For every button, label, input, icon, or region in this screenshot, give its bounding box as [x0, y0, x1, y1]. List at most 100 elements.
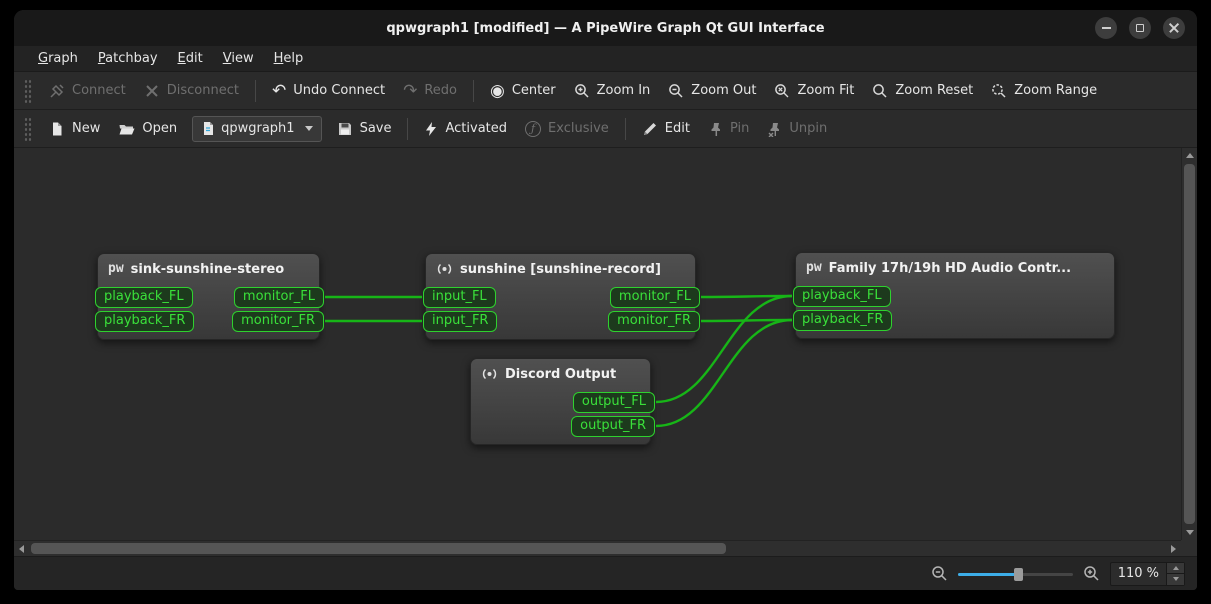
zoom-out-button[interactable]: Zoom Out	[659, 77, 765, 105]
horizontal-scroll-thumb[interactable]	[31, 543, 726, 554]
save-icon	[337, 121, 353, 137]
connect-icon	[49, 83, 65, 99]
app-window: qpwgraph1 [modified] — A PipeWire Graph …	[14, 10, 1197, 590]
node-title-bar[interactable]: pw Family 17h/19h HD Audio Contr...	[796, 253, 1114, 283]
arrow-up-icon	[1173, 566, 1179, 570]
port-playback-fr[interactable]: playback_FR	[95, 311, 194, 332]
vertical-scrollbar[interactable]	[1181, 148, 1197, 540]
minimize-button[interactable]	[1095, 17, 1117, 39]
port-playback-fr[interactable]: playback_FR	[793, 310, 892, 331]
close-button[interactable]	[1163, 17, 1185, 39]
menu-edit[interactable]: Edit	[168, 48, 213, 69]
zoom-in-mini-icon[interactable]	[1083, 565, 1100, 582]
scroll-right-button[interactable]	[1166, 541, 1181, 556]
menu-view[interactable]: View	[213, 48, 264, 69]
zoom-reset-button[interactable]: Zoom Reset	[863, 77, 982, 105]
save-button[interactable]: Save	[328, 115, 401, 143]
connect-button[interactable]: Connect	[40, 77, 135, 105]
menu-patchbay[interactable]: Patchbay	[88, 48, 168, 69]
chevron-down-icon	[305, 126, 313, 131]
menu-bar: Graph Patchbay Edit View Help	[14, 46, 1197, 72]
arrow-left-icon	[19, 545, 24, 553]
zoom-range-button[interactable]: Zoom Range	[982, 77, 1106, 105]
horizontal-scrollbar[interactable]	[14, 540, 1181, 556]
redo-icon: ↷	[403, 83, 417, 99]
open-button[interactable]: Open	[109, 115, 186, 143]
toolbar-grip[interactable]	[24, 117, 32, 141]
toolbar-separator	[473, 80, 474, 102]
disconnect-icon	[144, 83, 160, 99]
exclusive-button[interactable]: ƒ Exclusive	[516, 115, 618, 143]
center-button[interactable]: ◉ Center	[481, 77, 565, 105]
wire-sunshine-to-family-fl	[701, 296, 792, 297]
port-playback-fl[interactable]: playback_FL	[95, 287, 193, 308]
pin-button[interactable]: Pin	[699, 115, 758, 143]
port-monitor-fr[interactable]: monitor_FR	[608, 311, 700, 332]
zoom-slider-fill	[958, 573, 1018, 576]
node-discord-output[interactable]: Discord Output output_FL output_FR	[470, 358, 651, 445]
zoom-spinbox[interactable]: 110 %	[1110, 562, 1185, 586]
graph-canvas-area: pw sink-sunshine-stereo playback_FL play…	[14, 148, 1197, 556]
graph-viewport[interactable]: pw sink-sunshine-stereo playback_FL play…	[14, 148, 1181, 540]
port-playback-fl[interactable]: playback_FL	[793, 286, 891, 307]
node-family-hd-audio[interactable]: pw Family 17h/19h HD Audio Contr... play…	[795, 252, 1115, 339]
maximize-icon	[1136, 24, 1144, 32]
toolbar-separator	[255, 80, 256, 102]
unpin-button[interactable]: Unpin	[758, 115, 836, 143]
zoom-reset-icon	[872, 83, 888, 99]
disconnect-button[interactable]: Disconnect	[135, 77, 248, 105]
port-monitor-fl[interactable]: monitor_FL	[610, 287, 700, 308]
port-monitor-fl[interactable]: monitor_FL	[234, 287, 324, 308]
zoom-slider-handle[interactable]	[1014, 568, 1023, 581]
status-bar: 110 %	[14, 556, 1197, 590]
scroll-up-button[interactable]	[1182, 148, 1197, 163]
node-title-bar[interactable]: Discord Output	[471, 359, 650, 389]
toolbar-grip[interactable]	[24, 79, 32, 103]
vertical-scroll-thumb[interactable]	[1184, 164, 1195, 524]
menu-graph[interactable]: Graph	[28, 48, 88, 69]
port-output-fr[interactable]: output_FR	[571, 416, 655, 437]
zoom-in-icon	[574, 83, 590, 99]
arrow-down-icon	[1186, 530, 1194, 535]
monitor-icon	[436, 261, 453, 277]
node-title-bar[interactable]: pw sink-sunshine-stereo	[98, 254, 319, 284]
zoom-spin-up-button[interactable]	[1167, 563, 1184, 575]
undo-connect-button[interactable]: ↶ Undo Connect	[263, 77, 394, 105]
pipewire-icon: pw	[108, 262, 124, 276]
new-file-icon	[49, 121, 65, 137]
zoom-out-mini-icon[interactable]	[931, 565, 948, 582]
edit-button[interactable]: Edit	[633, 115, 699, 143]
center-icon: ◉	[490, 83, 505, 99]
activated-icon	[424, 121, 438, 137]
toolbar-separator	[625, 118, 626, 140]
menu-help[interactable]: Help	[264, 48, 314, 69]
port-monitor-fr[interactable]: monitor_FR	[232, 311, 324, 332]
zoom-slider[interactable]	[958, 565, 1073, 583]
patchbay-select[interactable]: qpwgraph1	[192, 116, 321, 142]
redo-button[interactable]: ↷ Redo	[394, 77, 466, 105]
zoom-in-button[interactable]: Zoom In	[565, 77, 660, 105]
node-title: sink-sunshine-stereo	[131, 262, 285, 277]
port-output-fl[interactable]: output_FL	[573, 392, 655, 413]
toolbar-connect: Connect Disconnect ↶ Undo Connect ↷ Redo…	[14, 72, 1197, 110]
zoom-fit-button[interactable]: Zoom Fit	[765, 77, 863, 105]
edit-icon	[642, 121, 658, 137]
zoom-value[interactable]: 110 %	[1111, 563, 1166, 585]
zoom-out-icon	[668, 83, 684, 99]
node-sunshine[interactable]: sunshine [sunshine-record] input_FL inpu…	[425, 253, 696, 340]
title-bar[interactable]: qpwgraph1 [modified] — A PipeWire Graph …	[14, 10, 1197, 46]
port-input-fl[interactable]: input_FL	[423, 287, 496, 308]
zoom-range-icon	[991, 83, 1007, 99]
minimize-icon	[1102, 27, 1111, 29]
scroll-down-button[interactable]	[1182, 525, 1197, 540]
window-title: qpwgraph1 [modified] — A PipeWire Graph …	[386, 21, 824, 36]
scroll-left-button[interactable]	[14, 541, 29, 556]
maximize-button[interactable]	[1129, 17, 1151, 39]
node-sink-sunshine-stereo[interactable]: pw sink-sunshine-stereo playback_FL play…	[97, 253, 320, 340]
monitor-icon	[481, 366, 498, 382]
node-title-bar[interactable]: sunshine [sunshine-record]	[426, 254, 695, 284]
zoom-spin-down-button[interactable]	[1167, 574, 1184, 585]
activated-button[interactable]: Activated	[415, 115, 516, 143]
port-input-fr[interactable]: input_FR	[423, 311, 497, 332]
new-button[interactable]: New	[40, 115, 109, 143]
